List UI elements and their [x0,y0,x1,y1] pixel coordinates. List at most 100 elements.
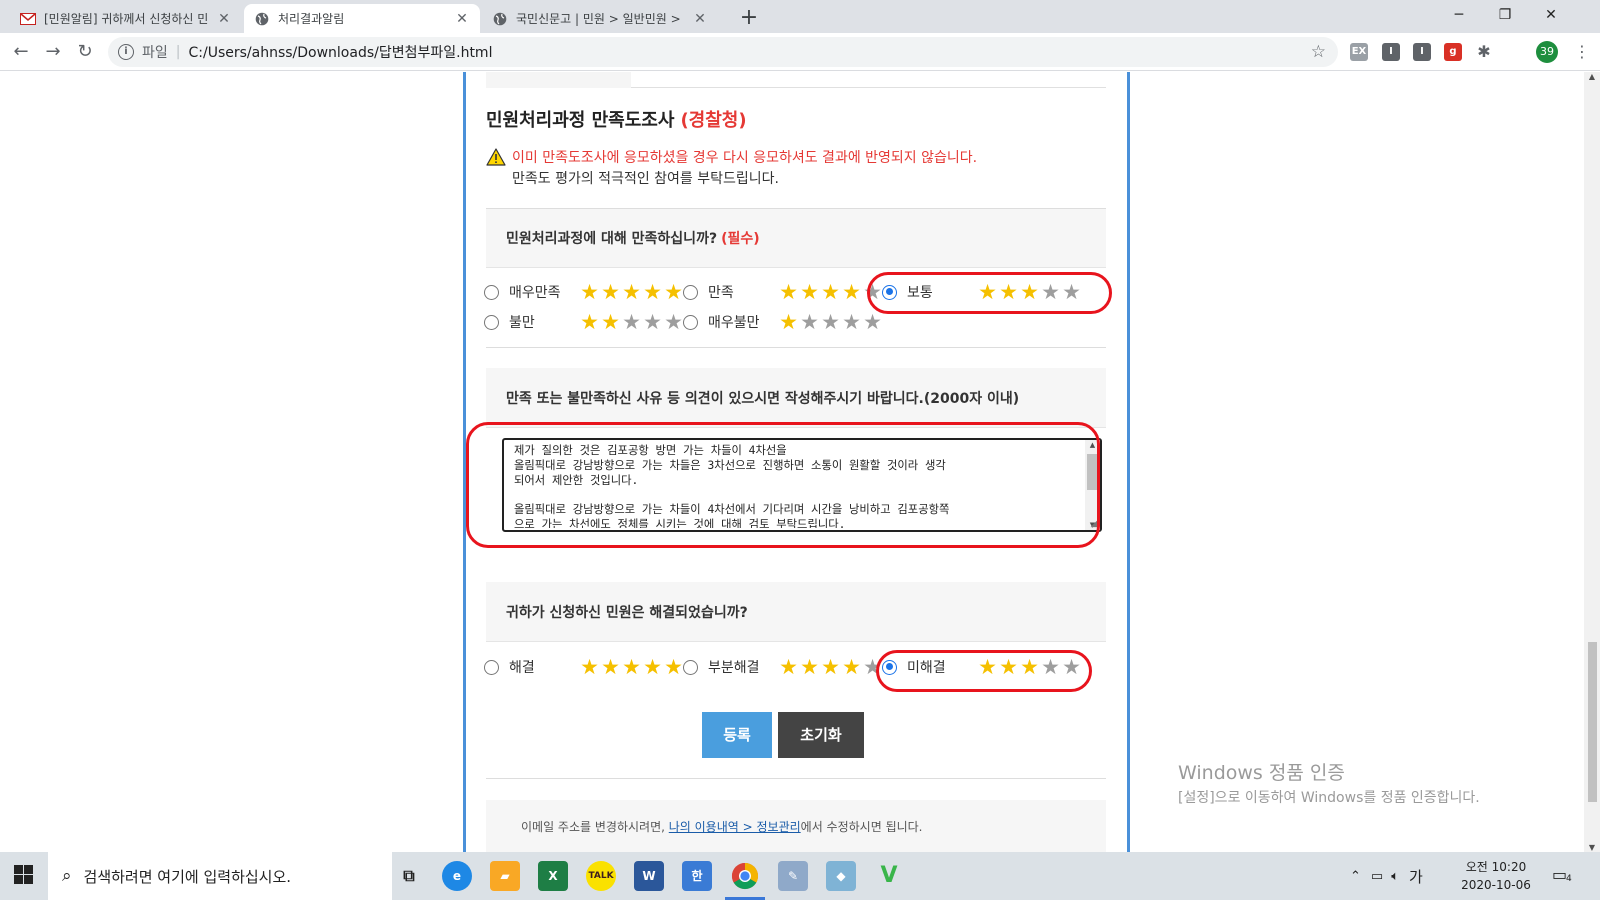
email-change-notice: 이메일 주소를 변경하시려면, 나의 이용내역 > 정보관리에서 수정하시면 됩… [486,800,1106,852]
option-label: 불만 [509,315,535,331]
option-label: 매우만족 [509,285,561,301]
radio-button[interactable] [683,314,698,330]
scroll-up-icon[interactable]: ▲ [1584,72,1600,81]
word-icon[interactable]: W [634,861,664,891]
required-marker: (필수) [721,231,760,247]
footer-suffix: 에서 수정하시면 됩니다. [800,820,923,834]
watermark-line-2: [설정]으로 이동하여 Windows를 정품 인증합니다. [1178,790,1480,806]
taskbar-search[interactable]: ⌕ 검색하려면 여기에 입력하십시오. [48,852,392,900]
address-separator: | [175,44,181,60]
highlight-mark-q3 [876,650,1092,692]
profile-avatar[interactable]: 39 [1536,41,1558,63]
tab-title: [민원알림] 귀하께서 신청하신 민 [44,12,209,26]
browser-tab-mail[interactable]: [민원알림] 귀하께서 신청하신 민 ✕ [10,4,242,33]
radio-button[interactable] [484,284,499,300]
option-label: 매우불만 [708,315,760,331]
star-rating: ★ ★ ★ ★ ★ [779,309,882,334]
survey-org: (경찰청) [680,110,747,131]
vim-icon[interactable]: V [874,861,904,891]
divider [486,347,1106,348]
q3-option-resolved[interactable]: 해결 ★ ★ ★ ★ ★ [484,655,684,679]
footer-prefix: 이메일 주소를 변경하시려면, [521,820,669,834]
address-url: C:/Users/ahnss/Downloads/답변첨부파일.html [188,45,493,61]
reset-button[interactable]: 초기화 [778,712,864,758]
radio-button[interactable] [683,659,698,675]
hwp-icon[interactable]: 한 [682,861,712,891]
star-rating: ★ ★ ★ ★ ★ [580,309,683,334]
forward-button[interactable]: → [40,39,66,65]
volume-icon[interactable]: 🔈︎ [1391,869,1399,884]
menu-dots-icon[interactable]: ⋮ [1574,41,1590,63]
chevron-up-icon[interactable]: ⌃ [1350,869,1361,884]
q1-option-very-satisfied[interactable]: 매우만족 ★ ★ ★ ★ ★ [484,280,684,304]
q3-header: 귀하가 신청하신 민원은 해결되었습니까? [486,582,1106,642]
option-label: 부분해결 [708,660,760,676]
survey-title-text: 민원처리과정 만족도조사 [486,110,675,131]
survey-title: 민원처리과정 만족도조사 (경찰청) [486,106,747,132]
close-icon[interactable]: ✕ [216,11,232,27]
reload-button[interactable]: ↻ [72,39,98,65]
new-tab-button[interactable]: + [736,6,762,32]
windows-activation-watermark: Windows 정품 인증 [설정]으로 이동하여 Windows를 정품 인증… [1178,758,1480,807]
clock-date: 2020-10-06 [1461,878,1531,892]
close-icon[interactable]: ✕ [692,11,708,27]
globe-icon [492,11,508,27]
taskbar-clock[interactable]: 오전 10:20 2020-10-06 [1456,858,1536,894]
info-icon[interactable]: i [118,44,134,60]
restore-button[interactable]: ❐ [1482,0,1528,30]
extensions-puzzle-icon[interactable]: ✱ [1475,43,1493,61]
close-window-button[interactable]: ✕ [1528,0,1574,30]
warning-notice: 이미 만족도조사에 응모하셨을 경우 다시 응모하셔도 결과에 반영되지 않습니… [486,148,977,190]
info-management-link[interactable]: 나의 이용내역 > 정보관리 [669,820,801,834]
radio-button[interactable] [683,284,698,300]
submit-button[interactable]: 등록 [702,712,772,758]
bookmark-star-icon[interactable]: ☆ [1311,42,1326,62]
extension-i-icon[interactable]: I [1413,43,1431,61]
scroll-thumb[interactable] [1588,642,1597,802]
browser-tab-sinmungo[interactable]: 국민신문고 | 민원 > 일반민원 > ✕ [482,4,718,33]
extension-g-icon[interactable]: g [1444,43,1462,61]
windows-start-icon[interactable] [14,865,34,885]
notification-center-icon[interactable]: ▭ 4 [1552,865,1576,887]
star-rating: ★ ★ ★ ★ ★ [779,654,882,679]
search-placeholder: 검색하려면 여기에 입력하십시오. [83,867,292,886]
scroll-down-icon[interactable]: ▼ [1584,843,1600,852]
q3-option-partial[interactable]: 부분해결 ★ ★ ★ ★ ★ [683,655,883,679]
tab-title: 처리결과알림 [278,12,345,26]
ime-indicator[interactable]: 가 [1409,866,1423,887]
network-icon[interactable]: ▭ [1371,869,1383,884]
option-label: 해결 [509,660,535,676]
browser-toolbar: ← → ↻ i 파일 | C:/Users/ahnss/Downloads/답변… [0,33,1600,71]
kakaotalk-icon[interactable]: TALK [586,861,616,891]
warning-icon [486,148,506,166]
q1-option-very-dissatisfied[interactable]: 매우불만 ★ ★ ★ ★ ★ [683,310,883,334]
excel-icon[interactable]: X [538,861,568,891]
chrome-icon[interactable] [730,861,760,891]
radio-button[interactable] [484,314,499,330]
search-icon: ⌕ [62,866,72,886]
task-view-icon[interactable]: ⧉ [394,861,424,891]
paint-icon[interactable]: ✎ [778,861,808,891]
extension-ex-icon[interactable]: EX [1350,43,1368,61]
address-bar[interactable]: i 파일 | C:/Users/ahnss/Downloads/답변첨부파일.h… [108,37,1338,67]
extension-i-icon[interactable]: I [1382,43,1400,61]
q1-question: 민원처리과정에 대해 만족하십니까? [506,231,718,247]
star-rating: ★ ★ ★ ★ ★ [580,654,683,679]
page-scrollbar[interactable]: ▲ ▼ [1584,72,1600,852]
q3-question: 귀하가 신청하신 민원은 해결되었습니까? [506,604,748,621]
edge-icon[interactable]: e [442,861,472,891]
q1-option-satisfied[interactable]: 만족 ★ ★ ★ ★ ★ [683,280,883,304]
divider [486,778,1106,779]
file-explorer-icon[interactable]: ▰ [490,861,520,891]
app-icon[interactable]: ◆ [826,861,856,891]
close-icon[interactable]: ✕ [454,11,470,27]
mail-icon [20,11,36,27]
back-button[interactable]: ← [8,39,34,65]
warning-line-2: 만족도 평가의 적극적인 참여를 부탁드립니다. [512,171,779,187]
q2-question: 만족 또는 불만족하신 사유 등 의견이 있으시면 작성해주시기 바랍니다.(2… [506,390,1020,407]
radio-button[interactable] [484,659,499,675]
highlight-mark-q1 [867,272,1112,314]
q1-option-dissatisfied[interactable]: 불만 ★ ★ ★ ★ ★ [484,310,684,334]
browser-tab-result[interactable]: 처리결과알림 ✕ [244,4,480,33]
minimize-button[interactable]: ─ [1436,0,1482,30]
